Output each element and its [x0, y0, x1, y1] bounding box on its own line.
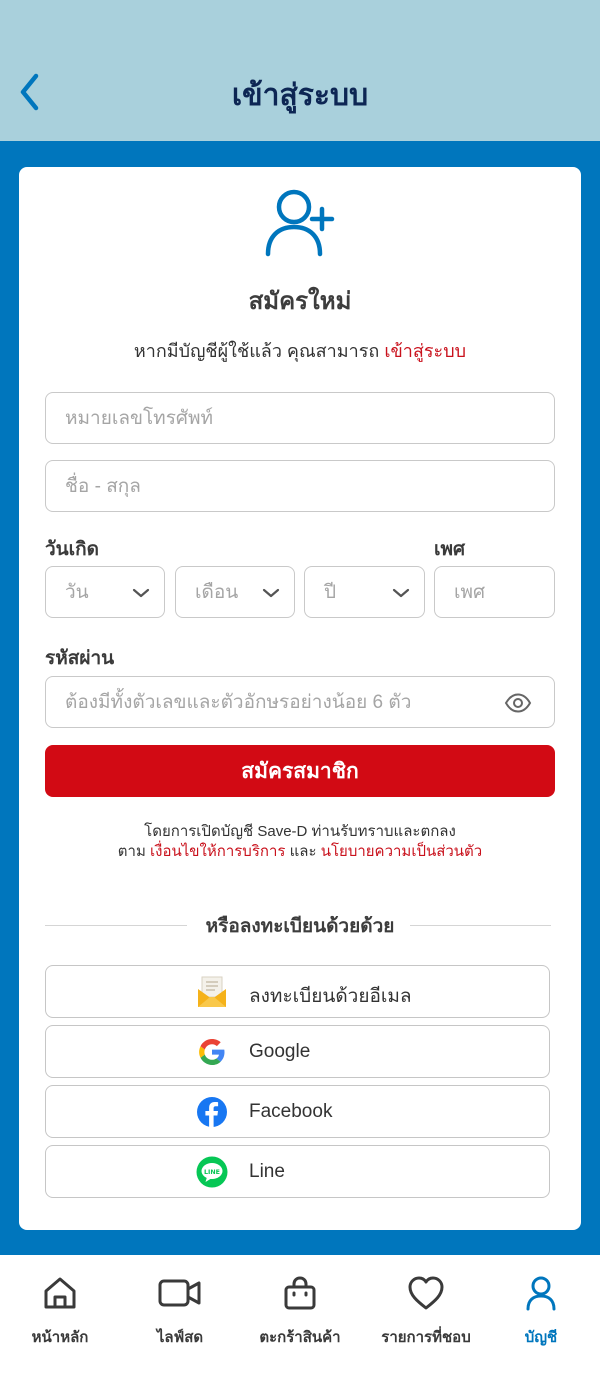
login-hint-text: หากมีบัญชีผู้ใช้แล้ว คุณสามารถ [133, 341, 380, 361]
user-icon [526, 1276, 556, 1311]
terms-of-service-link[interactable]: เงื่อนไขให้การบริการ [150, 843, 285, 860]
password-label: รหัสผ่าน [45, 648, 115, 669]
login-link[interactable]: เข้าสู่ระบบ [384, 341, 466, 361]
line-icon: LINE [196, 1156, 228, 1188]
chevron-down-icon [132, 588, 150, 598]
name-placeholder: ชื่อ - สกุล [65, 476, 141, 497]
top-header: เข้าสู่ระบบ [0, 0, 600, 141]
nav-item-favorites[interactable]: รายการที่ชอบ [366, 1273, 486, 1349]
month-placeholder: เดือน [195, 582, 239, 603]
terms-line1: โดยการเปิดบัญชี Save-D ท่านรับทราบและตกล… [144, 823, 456, 840]
password-placeholder: ต้องมีทั้งตัวเลขและตัวอักษรอย่างน้อย 6 ต… [65, 692, 412, 713]
day-select[interactable]: วัน [45, 566, 165, 618]
social-divider-label: หรือลงทะเบียนด้วยด้วย [205, 916, 395, 937]
nav-label-favorites: รายการที่ชอบ [381, 1329, 471, 1346]
gender-select[interactable]: เพศ [434, 566, 555, 618]
chevron-down-icon [262, 588, 280, 598]
register-title: สมัครใหม่ [248, 288, 352, 315]
nav-label-account: บัญชี [524, 1329, 558, 1346]
nav-item-live[interactable]: ไลฟ์สด [120, 1273, 240, 1349]
year-select[interactable]: ปี [304, 566, 425, 618]
line-button[interactable]: LINE Line [45, 1145, 550, 1198]
password-input[interactable]: ต้องมีทั้งตัวเลขและตัวอักษรอย่างน้อย 6 ต… [45, 676, 555, 728]
register-email-button[interactable]: ลงทะเบียนด้วยอีเมล [45, 965, 550, 1018]
nav-label-cart: ตะกร้าสินค้า [259, 1329, 341, 1346]
terms-prefix: ตาม [117, 843, 146, 860]
terms-and: และ [289, 843, 317, 860]
phone-input[interactable]: หมายเลขโทรศัพท์ [45, 392, 555, 444]
facebook-label: Facebook [249, 1101, 333, 1122]
google-icon [199, 1039, 225, 1065]
terms-text: โดยการเปิดบัญชี Save-D ท่านรับทราบและตกล… [19, 822, 581, 862]
nav-label-home: หน้าหลัก [31, 1329, 89, 1346]
login-hint: หากมีบัญชีผู้ใช้แล้ว คุณสามารถ เข้าสู่ระ… [19, 336, 581, 365]
gender-label: เพศ [434, 539, 466, 560]
email-envelope-icon [198, 976, 226, 1007]
nav-item-account[interactable]: บัญชี [481, 1273, 600, 1349]
user-plus-icon [265, 189, 335, 257]
shopping-bag-icon [284, 1276, 316, 1310]
day-placeholder: วัน [65, 582, 89, 603]
register-email-label: ลงทะเบียนด้วยอีเมล [249, 986, 412, 1007]
page-title: เข้าสู่ระบบ [231, 79, 369, 112]
year-placeholder: ปี [324, 582, 337, 603]
nav-label-live: ไลฟ์สด [156, 1329, 204, 1346]
google-label: Google [249, 1041, 311, 1062]
heart-icon [408, 1276, 444, 1310]
svg-text:LINE: LINE [204, 1169, 220, 1176]
home-icon [44, 1277, 76, 1309]
name-input[interactable]: ชื่อ - สกุล [45, 460, 555, 512]
birthdate-label: วันเกิด [45, 539, 99, 560]
phone-placeholder: หมายเลขโทรศัพท์ [65, 408, 214, 429]
month-select[interactable]: เดือน [175, 566, 295, 618]
register-submit-button[interactable]: สมัครสมาชิก [45, 745, 555, 797]
line-label: Line [249, 1161, 285, 1182]
chevron-down-icon [392, 588, 410, 598]
gender-placeholder: เพศ [454, 582, 486, 603]
register-card: สมัครใหม่ หากมีบัญชีผู้ใช้แล้ว คุณสามารถ… [19, 167, 581, 1230]
nav-item-home[interactable]: หน้าหลัก [0, 1273, 120, 1349]
nav-item-cart[interactable]: ตะกร้าสินค้า [240, 1273, 360, 1349]
terms-line2: ตาม เงื่อนไขให้การบริการ และ นโยบายความเ… [19, 842, 581, 862]
privacy-policy-link[interactable]: นโยบายความเป็นส่วนตัว [321, 843, 483, 860]
facebook-icon [197, 1097, 227, 1127]
google-button[interactable]: Google [45, 1025, 550, 1078]
facebook-button[interactable]: Facebook [45, 1085, 550, 1138]
video-icon [158, 1279, 201, 1307]
eye-icon[interactable] [504, 693, 532, 713]
bottom-navigation: หน้าหลัก ไลฟ์สด ตะกร้าสินค้า รายการที่ชอ… [0, 1255, 600, 1390]
